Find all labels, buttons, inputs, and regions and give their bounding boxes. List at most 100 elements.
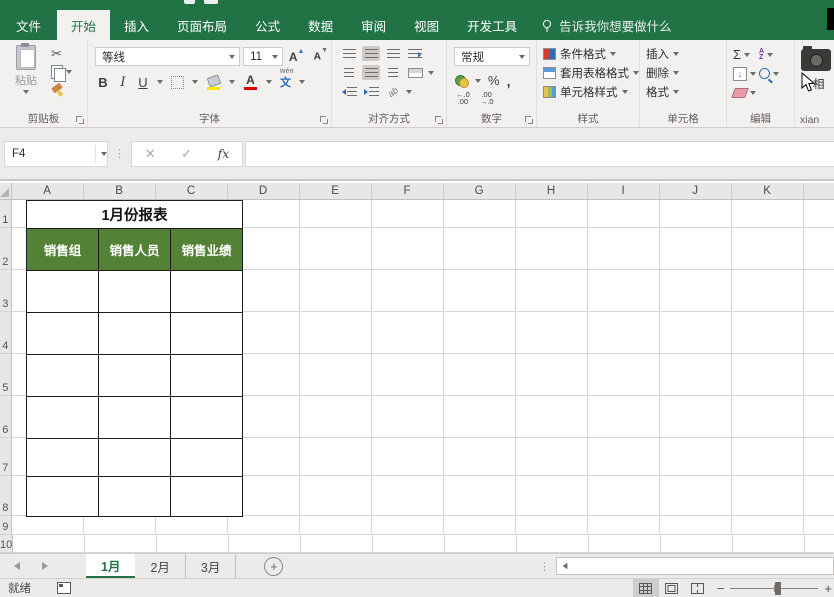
grid-cell[interactable] [660,438,732,476]
column-header-I[interactable]: I [588,183,660,200]
grid-cell[interactable] [517,535,589,553]
wrap-text-button[interactable] [406,46,424,61]
grid-cell[interactable] [444,270,516,312]
increase-decimal-button[interactable]: ←.0 .00 [456,92,470,105]
grid-cell[interactable] [516,228,588,270]
table-cell[interactable] [27,477,99,517]
enter-button[interactable]: ✓ [181,146,192,162]
cut-icon[interactable]: ✂ [51,48,72,60]
decrease-indent-button[interactable] [340,84,358,99]
table-cell[interactable] [99,439,171,477]
horizontal-scrollbar[interactable] [556,557,834,575]
row-header-2[interactable]: 2 [0,228,12,270]
grid-cell[interactable] [444,396,516,438]
grid-cell[interactable] [661,535,733,553]
grid-cell[interactable] [13,535,85,553]
sheet-tab-january[interactable]: 1月 [86,554,135,578]
cancel-button[interactable]: ✕ [145,146,156,162]
grid-cell[interactable] [445,535,517,553]
row-header-10[interactable]: 10 [0,535,13,553]
table-cell[interactable] [99,355,171,397]
tabbar-resize-handle[interactable]: ⋮ [539,560,550,573]
grid-cell[interactable] [516,476,588,516]
grid-cell[interactable] [516,354,588,396]
cell-styles-button[interactable]: 单元格样式 [543,84,639,100]
column-header-D[interactable]: D [228,183,300,200]
grid-cell[interactable] [444,476,516,516]
font-color-button[interactable]: A [243,75,258,90]
grid-cell[interactable] [804,476,834,516]
table-header-sales-performance[interactable]: 销售业绩 [171,229,243,271]
percent-style-button[interactable]: % [488,73,500,88]
table-cell[interactable] [171,397,243,439]
table-cell[interactable] [171,439,243,477]
sheet-tab-march[interactable]: 3月 [186,554,236,578]
grid-cell[interactable] [300,228,372,270]
grid-cell[interactable] [732,396,804,438]
conditional-formatting-button[interactable]: 条件格式 [543,46,639,62]
grid-cell[interactable] [804,228,834,270]
grid-cell[interactable] [444,516,516,535]
increase-font-button[interactable]: A▲ [286,50,308,64]
table-cell[interactable] [27,439,99,477]
insert-function-button[interactable]: fx [218,146,230,161]
column-header-C[interactable]: C [156,183,228,200]
table-cell[interactable] [99,313,171,355]
row-header-3[interactable]: 3 [0,270,12,312]
column-header-K[interactable]: K [732,183,804,200]
align-left-button[interactable] [340,65,358,80]
grid-cell[interactable] [300,200,372,228]
grid-cell[interactable] [660,396,732,438]
table-cell[interactable] [99,271,171,313]
table-title-cell[interactable]: 1月份报表 [27,201,243,229]
tab-file[interactable]: 文件 [0,10,57,40]
insert-cells-button[interactable]: 插入 [646,46,726,62]
tab-review[interactable]: 审阅 [347,10,400,40]
grid-cell[interactable] [516,396,588,438]
table-cell[interactable] [27,313,99,355]
zoom-slider[interactable] [730,588,818,589]
grid-cell[interactable] [157,535,229,553]
grid-cell[interactable] [804,200,834,228]
format-painter-icon[interactable] [51,84,63,96]
name-box-dropdown-icon[interactable] [101,152,107,156]
row-header-6[interactable]: 6 [0,396,12,438]
grid-cell[interactable] [732,438,804,476]
grid-cell[interactable] [732,476,804,516]
paste-dropdown-icon[interactable] [23,90,29,94]
grid-cell[interactable] [660,200,732,228]
tab-insert[interactable]: 插入 [110,10,163,40]
clipboard-dialog-launcher[interactable] [75,115,84,124]
decrease-font-button[interactable]: A▼ [310,50,331,63]
grid-cell[interactable] [804,270,834,312]
sheet-nav-left-icon[interactable] [14,562,20,570]
grid-cell[interactable] [588,354,660,396]
grid-cell[interactable] [589,535,661,553]
grid-cell[interactable] [804,438,834,476]
underline-button[interactable]: U [137,75,149,90]
grid-cell[interactable] [12,516,84,535]
grid-cell[interactable] [229,535,301,553]
add-sheet-button[interactable]: + [264,557,283,576]
grid-cell[interactable] [444,354,516,396]
grid-cell[interactable] [588,438,660,476]
tab-home[interactable]: 开始 [57,10,110,40]
alignment-dialog-launcher[interactable] [434,115,443,124]
fill-button[interactable]: ↓ [733,67,759,81]
row-header-1[interactable]: 1 [0,200,12,228]
align-middle-button[interactable] [362,46,380,61]
grid-cell[interactable] [732,270,804,312]
grid-cell[interactable] [300,438,372,476]
column-header-partial[interactable] [804,183,834,200]
grid-cell[interactable] [660,354,732,396]
tab-view[interactable]: 视图 [400,10,453,40]
grid-cell[interactable] [372,396,444,438]
grid-cell[interactable] [444,228,516,270]
macro-record-icon[interactable] [57,582,71,594]
grid-cell[interactable] [300,396,372,438]
fill-color-dropdown-icon[interactable] [229,80,235,84]
camera-icon[interactable] [801,49,831,71]
grid-cell[interactable] [301,535,373,553]
table-header-sales-group[interactable]: 销售组 [27,229,99,271]
grid-cell[interactable] [516,516,588,535]
